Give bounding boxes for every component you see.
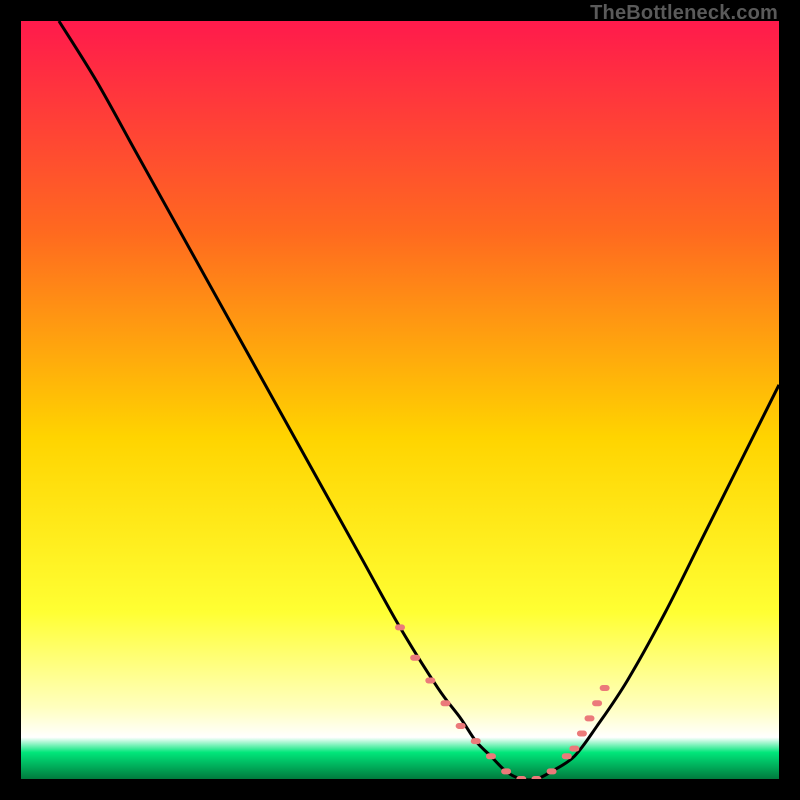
watermark-text: TheBottleneck.com [590,2,778,25]
marker-dot [547,768,557,774]
bottleneck-curve-svg [21,21,779,779]
marker-dot [585,715,595,721]
marker-dot [531,776,541,779]
marker-dot [592,700,602,706]
marker-dot [486,753,496,759]
marker-dot [501,768,511,774]
bottleneck-curve [59,21,779,779]
plot-area [21,21,779,779]
marker-dot [516,776,526,779]
marker-dot [410,655,420,661]
marker-dot [569,746,579,752]
marker-dot [440,700,450,706]
marker-dot [471,738,481,744]
marker-dot [425,677,435,683]
chart-stage: TheBottleneck.com [0,0,800,800]
marker-dot [562,753,572,759]
marker-dot [577,731,587,737]
marker-dot [600,685,610,691]
marker-dot [395,624,405,630]
marker-dots [395,624,610,779]
marker-dot [456,723,466,729]
